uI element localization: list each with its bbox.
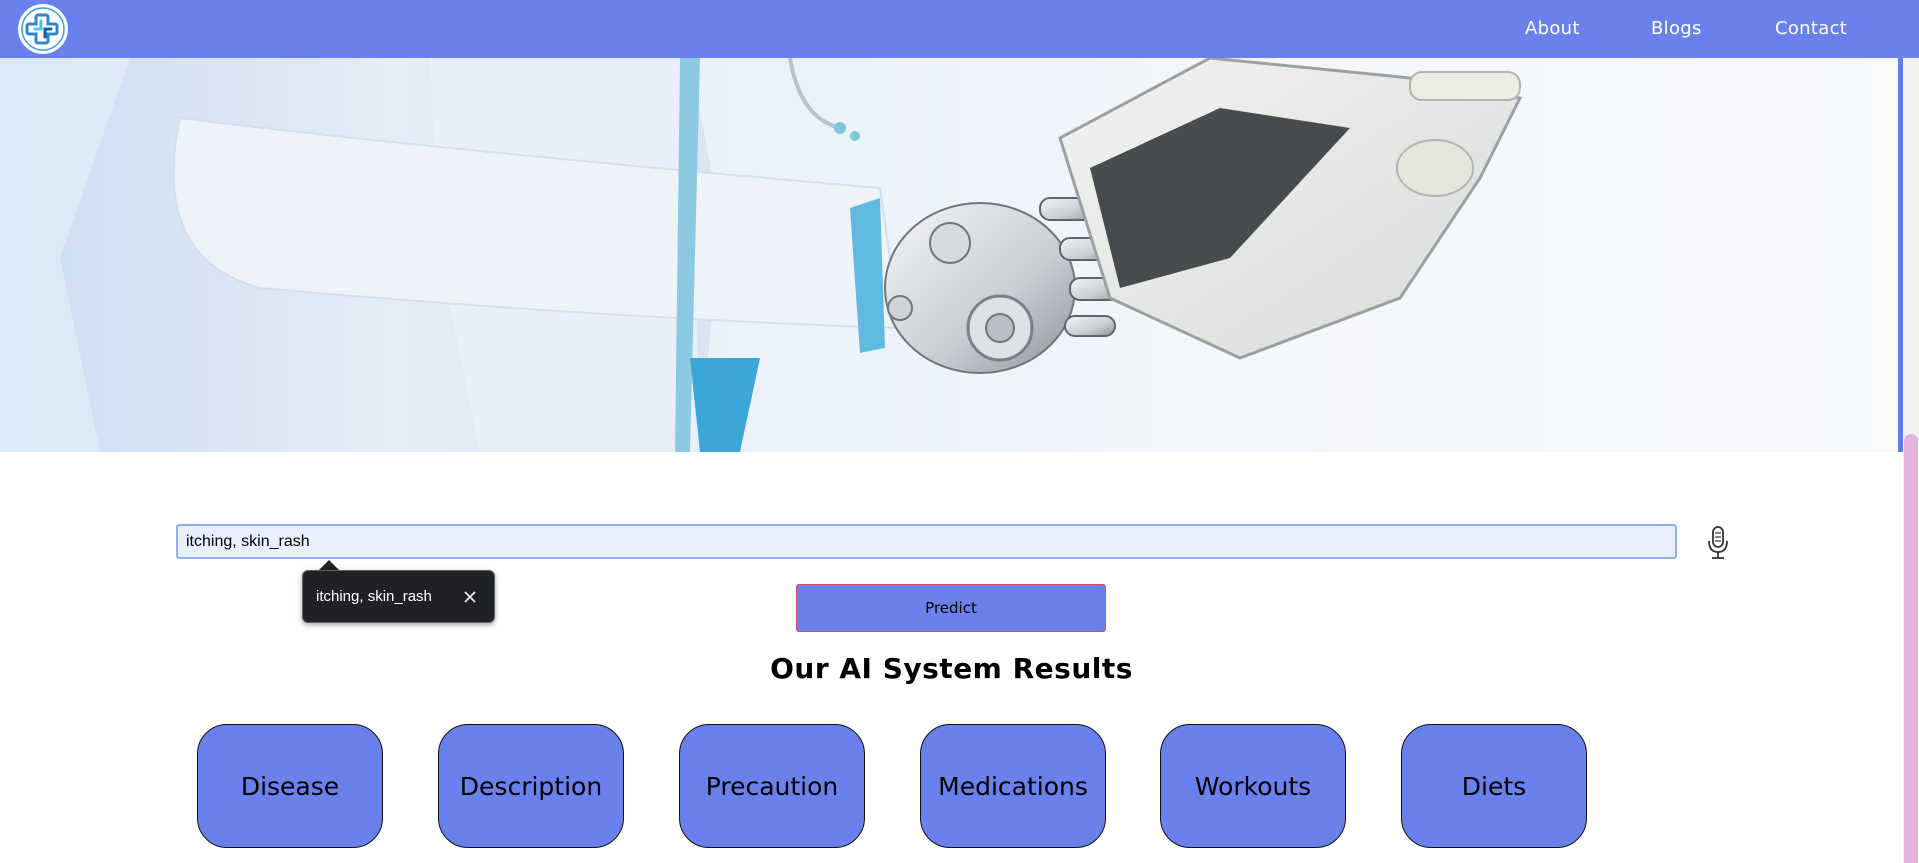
medications-button[interactable]: Medications bbox=[920, 724, 1106, 848]
navbar: About Blogs Contact bbox=[0, 0, 1919, 58]
diets-button[interactable]: Diets bbox=[1401, 724, 1587, 848]
workouts-label: Workouts bbox=[1194, 771, 1312, 801]
predict-button[interactable]: Predict bbox=[796, 584, 1106, 632]
home-logo[interactable] bbox=[18, 4, 68, 54]
workouts-button[interactable]: Workouts bbox=[1160, 724, 1346, 848]
nav-blogs-link[interactable]: Blogs bbox=[1651, 0, 1702, 58]
nav-contact-link[interactable]: Contact bbox=[1775, 0, 1847, 58]
disease-label: Disease bbox=[240, 771, 340, 801]
hero-banner-image bbox=[0, 58, 1918, 452]
precaution-button[interactable]: Precaution bbox=[679, 724, 865, 848]
medications-label: Medications bbox=[938, 771, 1088, 801]
diets-label: Diets bbox=[1461, 771, 1527, 801]
symptoms-input[interactable] bbox=[176, 524, 1677, 559]
scrollbar-thumb[interactable] bbox=[1904, 434, 1918, 863]
description-label: Description bbox=[459, 771, 603, 801]
close-icon[interactable] bbox=[459, 586, 481, 608]
nav-about-link[interactable]: About bbox=[1525, 0, 1580, 58]
microphone-icon[interactable] bbox=[1705, 525, 1731, 561]
precaution-label: Precaution bbox=[705, 771, 839, 801]
page: About Blogs Contact itching, skin_rash i… bbox=[0, 0, 1919, 863]
description-button[interactable]: Description bbox=[438, 724, 624, 848]
disease-button[interactable]: Disease bbox=[197, 724, 383, 848]
autofill-popup: itching, skin_rash bbox=[302, 570, 495, 623]
autofill-suggestion[interactable]: itching, skin_rash bbox=[316, 571, 432, 622]
results-title: Our AI System Results bbox=[770, 652, 1133, 685]
medical-cross-logo-icon bbox=[21, 7, 65, 51]
